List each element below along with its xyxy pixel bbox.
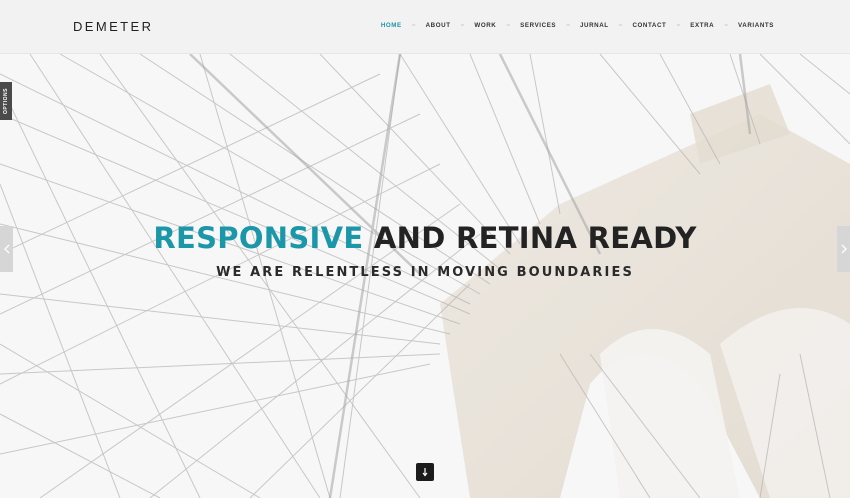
- scroll-down-button[interactable]: [416, 463, 434, 481]
- nav-item-variants[interactable]: VARIANTS: [738, 22, 774, 29]
- nav-separator: =: [618, 22, 623, 29]
- nav-item-contact[interactable]: CONTACT: [632, 22, 666, 29]
- main-nav: HOME = ABOUT = WORK = SERVICES = JURNAL …: [381, 22, 774, 29]
- options-panel-toggle[interactable]: OPTIONS: [0, 82, 12, 120]
- headline-accent: RESPONSIVE: [153, 221, 364, 255]
- prev-slide-button[interactable]: [0, 226, 13, 272]
- hero-section: RESPONSIVE AND RETINA READY WE ARE RELEN…: [0, 54, 850, 498]
- nav-item-about[interactable]: ABOUT: [426, 22, 451, 29]
- nav-item-home[interactable]: HOME: [381, 22, 402, 29]
- nav-separator: =: [724, 22, 729, 29]
- hero-subheadline: WE ARE RELENTLESS IN MOVING BOUNDARIES: [216, 265, 634, 280]
- nav-separator: =: [460, 22, 465, 29]
- next-slide-button[interactable]: [837, 226, 850, 272]
- nav-separator: =: [506, 22, 511, 29]
- logo[interactable]: DEMETER: [73, 19, 153, 34]
- hero-headline: RESPONSIVE AND RETINA READY: [0, 221, 850, 255]
- chevron-right-icon: [841, 244, 847, 254]
- site-header: DEMETER HOME = ABOUT = WORK = SERVICES =…: [0, 0, 850, 54]
- nav-item-services[interactable]: SERVICES: [520, 22, 556, 29]
- options-label: OPTIONS: [3, 87, 9, 115]
- headline-rest: AND RETINA READY: [363, 221, 697, 255]
- nav-separator: =: [411, 22, 416, 29]
- nav-separator: =: [566, 22, 570, 29]
- arrow-down-icon: [422, 468, 428, 477]
- page: DEMETER HOME = ABOUT = WORK = SERVICES =…: [0, 0, 850, 498]
- chevron-left-icon: [3, 244, 9, 254]
- nav-item-work[interactable]: WORK: [474, 22, 496, 29]
- nav-item-jurnal[interactable]: JURNAL: [580, 22, 609, 29]
- nav-item-extra[interactable]: EXTRA: [690, 22, 714, 29]
- nav-separator: =: [676, 22, 681, 29]
